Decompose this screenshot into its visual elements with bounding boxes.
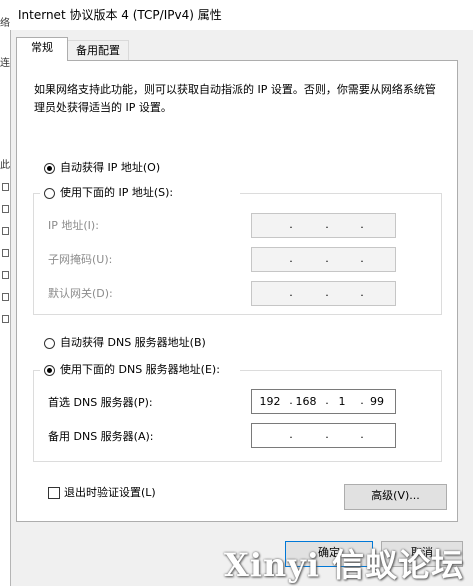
background-char: 络 — [0, 18, 10, 29]
validate-on-exit-option[interactable]: 退出时验证设置(L) — [48, 486, 208, 500]
default-gateway-input[interactable]: . . . — [251, 281, 396, 306]
ip-address-label: IP 地址(I): — [48, 219, 99, 232]
advanced-button[interactable]: 高级(V)... — [344, 484, 447, 510]
background-char: 此 — [0, 160, 10, 171]
preferred-dns-input[interactable]: 192. 168. 1. 99 — [251, 389, 396, 414]
ip-manual-option[interactable]: 使用下面的 IP 地址(S): — [40, 186, 240, 200]
alternate-dns-label: 备用 DNS 服务器(A): — [48, 430, 154, 443]
background-checkbox — [2, 271, 9, 279]
preferred-dns-label: 首选 DNS 服务器(P): — [48, 396, 153, 409]
dns-auto-option[interactable]: 自动获得 DNS 服务器地址(B) — [42, 336, 262, 350]
tab-general[interactable]: 常规 — [16, 37, 68, 61]
description-text: 如果网络支持此功能，则可以获取自动指派的 IP 设置。否则，你需要从网络系统管理… — [34, 83, 436, 114]
dns-auto-radio[interactable] — [44, 338, 55, 349]
watermark: Xinyi 信蚁论坛 — [224, 546, 465, 584]
ip-manual-radio[interactable] — [44, 188, 55, 199]
background-checkbox — [2, 249, 9, 257]
validate-on-exit-label: 退出时验证设置(L) — [64, 486, 156, 499]
background-checkbox — [2, 183, 9, 191]
window-title: Internet 协议版本 4 (TCP/IPv4) 属性 — [18, 8, 222, 22]
background-checkbox — [2, 205, 9, 213]
ip-address-input[interactable]: . . . — [251, 213, 396, 238]
background-checkbox — [2, 293, 9, 301]
background-checkbox — [2, 227, 9, 235]
dns-manual-label: 使用下面的 DNS 服务器地址(E): — [60, 363, 220, 376]
default-gateway-label: 默认网关(D): — [48, 287, 113, 300]
background-window-strip — [0, 30, 11, 586]
ip-manual-label: 使用下面的 IP 地址(S): — [60, 186, 174, 199]
ip-auto-label: 自动获得 IP 地址(O) — [60, 161, 161, 174]
background-checkbox — [2, 315, 9, 323]
subnet-mask-label: 子网掩码(U): — [48, 253, 113, 266]
dns-manual-option[interactable]: 使用下面的 DNS 服务器地址(E): — [40, 363, 240, 377]
ip-auto-option[interactable]: 自动获得 IP 地址(O) — [42, 161, 242, 175]
subnet-mask-input[interactable]: . . . — [251, 247, 396, 272]
tab-alternate-config[interactable]: 备用配置 — [67, 40, 129, 61]
ip-auto-radio[interactable] — [44, 163, 55, 174]
alternate-dns-input[interactable]: . . . — [251, 423, 396, 448]
dns-manual-radio[interactable] — [44, 365, 55, 376]
validate-on-exit-checkbox[interactable] — [48, 487, 60, 499]
dns-auto-label: 自动获得 DNS 服务器地址(B) — [60, 336, 206, 349]
background-char: 连 — [0, 58, 10, 69]
dns-settings-group — [33, 370, 442, 462]
